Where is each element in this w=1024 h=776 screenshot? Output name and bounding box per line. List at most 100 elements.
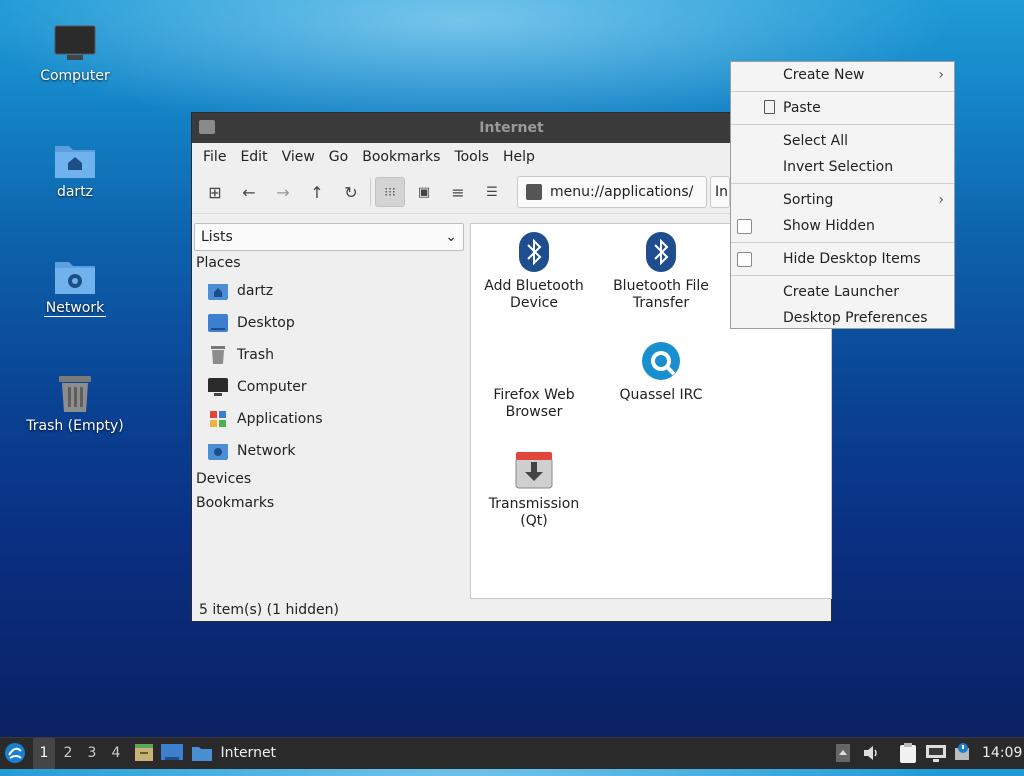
folder-icon [192,747,212,761]
reload-icon: ↻ [344,182,358,202]
menu-item-invert-selection[interactable]: Invert Selection [731,154,954,180]
side-pane: Lists ⌄ Places dartz Desktop Trash Compu… [192,223,468,601]
menu-item-sorting[interactable]: Sorting › [731,187,954,213]
desktop-icon-home[interactable]: dartz [20,140,130,200]
panel-arrow-icon [836,744,850,762]
workspace-2[interactable]: 2 [57,738,79,769]
back-button[interactable]: ← [234,177,264,207]
show-hidden-checkbox[interactable] [737,219,752,234]
app-add-bluetooth-device[interactable]: Add Bluetooth Device [474,232,594,312]
detailed-view-button[interactable]: ☰ [477,177,507,207]
file-manager-launcher[interactable] [134,738,156,769]
menu-item-label: Hide Desktop Items [783,251,921,267]
app-bluetooth-file-transfer[interactable]: Bluetooth File Transfer [601,232,721,312]
place-item-trash[interactable]: Trash [192,339,468,371]
task-label: Internet [220,745,277,761]
network-folder-icon [55,262,95,294]
desktop-icon-network[interactable]: Network [20,256,130,317]
update-notifier-icon [955,743,969,760]
clock[interactable]: 14:09 [982,738,1022,769]
menu-tools[interactable]: Tools [447,149,496,165]
image-icon: ▣ [417,184,431,200]
menu-separator [731,91,954,92]
place-item-network[interactable]: Network [192,435,468,467]
task-internet[interactable]: Internet [192,738,282,769]
reload-button[interactable]: ↻ [336,177,366,207]
side-pane-mode-select[interactable]: Lists ⌄ [194,223,464,251]
menu-help[interactable]: Help [496,149,542,165]
desktop-icon-label: Computer [40,68,110,84]
workspace-label: 1 [39,745,49,761]
arrow-right-icon: → [276,182,290,202]
menu-item-desktop-preferences[interactable]: Desktop Preferences [731,305,954,331]
start-menu-button[interactable] [4,738,28,769]
desktop-icon-trash[interactable]: Trash (Empty) [20,372,130,434]
workspace-label: 4 [111,745,121,761]
menu-item-paste[interactable]: Paste [731,95,954,121]
app-transmission-qt[interactable]: Transmission (Qt) [474,450,594,530]
app-label-line1: Quassel IRC [619,387,703,403]
address-overflow[interactable]: In [710,176,730,208]
place-item-desktop[interactable]: Desktop [192,307,468,339]
app-label-line1: Firefox Web [493,387,575,403]
icon-view-button[interactable]: ⁝⁝⁝ [375,177,405,207]
menu-item-hide-desktop-items[interactable]: Hide Desktop Items [731,246,954,272]
firefox-icon [514,341,554,381]
desktop-icon-computer[interactable]: Computer [20,24,130,84]
hide-desktop-items-checkbox[interactable] [737,252,752,267]
menu-edit[interactable]: Edit [233,149,274,165]
workspace-label: 2 [63,745,73,761]
place-item-dartz[interactable]: dartz [192,275,468,307]
updates-tray-button[interactable] [953,738,975,769]
app-label-line2: Transfer [632,295,690,311]
app-label-line2: Browser [505,404,563,420]
clipboard-icon [764,100,775,114]
app-label-line1: Transmission [488,496,580,512]
menu-item-label: Paste [783,100,821,116]
menu-item-label: Desktop Preferences [783,310,928,326]
grid-icon: ⁝⁝⁝ [384,185,396,199]
show-desktop-button[interactable] [161,738,185,769]
place-item-label: Network [237,443,296,459]
clipboard-tray-button[interactable] [900,738,920,769]
new-tab-button[interactable]: ⊞ [200,177,230,207]
applications-icon [210,411,226,427]
menu-item-show-hidden[interactable]: Show Hidden [731,213,954,239]
forward-button[interactable]: → [268,177,298,207]
devices-header[interactable]: Devices [192,467,468,491]
side-pane-mode-label: Lists [201,229,233,245]
compact-view-button[interactable]: ≡ [443,177,473,207]
menu-file[interactable]: File [196,149,233,165]
app-quassel-irc[interactable]: Quassel IRC [601,341,721,404]
place-item-applications[interactable]: Applications [192,403,468,435]
workspace-4[interactable]: 4 [105,738,127,769]
transmission-icon [515,452,553,489]
thumbnail-view-button[interactable]: ▣ [409,177,439,207]
bookmarks-header[interactable]: Bookmarks [192,491,468,515]
lubuntu-logo-icon [5,743,25,763]
menu-item-create-launcher[interactable]: Create Launcher [731,279,954,305]
volume-button[interactable] [862,738,882,769]
menu-item-select-all[interactable]: Select All [731,128,954,154]
workspace-1[interactable]: 1 [33,738,55,769]
detailed-list-icon: ☰ [486,184,498,200]
network-tray-button[interactable] [926,738,948,769]
workspace-label: 3 [87,745,97,761]
place-item-computer[interactable]: Computer [192,371,468,403]
menu-bookmarks[interactable]: Bookmarks [355,149,447,165]
places-header[interactable]: Places [192,251,468,275]
workspace-3[interactable]: 3 [81,738,103,769]
desktop-icon-label: Trash (Empty) [26,418,124,434]
folder-icon [199,120,215,134]
chevron-right-icon: › [938,67,944,83]
up-button[interactable]: ↑ [302,177,332,207]
address-bar[interactable]: menu://applications/ [517,176,707,208]
menu-go[interactable]: Go [322,149,355,165]
speaker-icon [864,746,877,760]
tray-volume[interactable] [836,738,856,769]
place-item-label: dartz [237,283,274,299]
menu-view[interactable]: View [275,149,322,165]
menu-item-create-new[interactable]: Create New › [731,62,954,88]
menu-item-label: Select All [783,133,848,149]
app-firefox-web-browser[interactable]: Firefox Web Browser [474,341,594,421]
